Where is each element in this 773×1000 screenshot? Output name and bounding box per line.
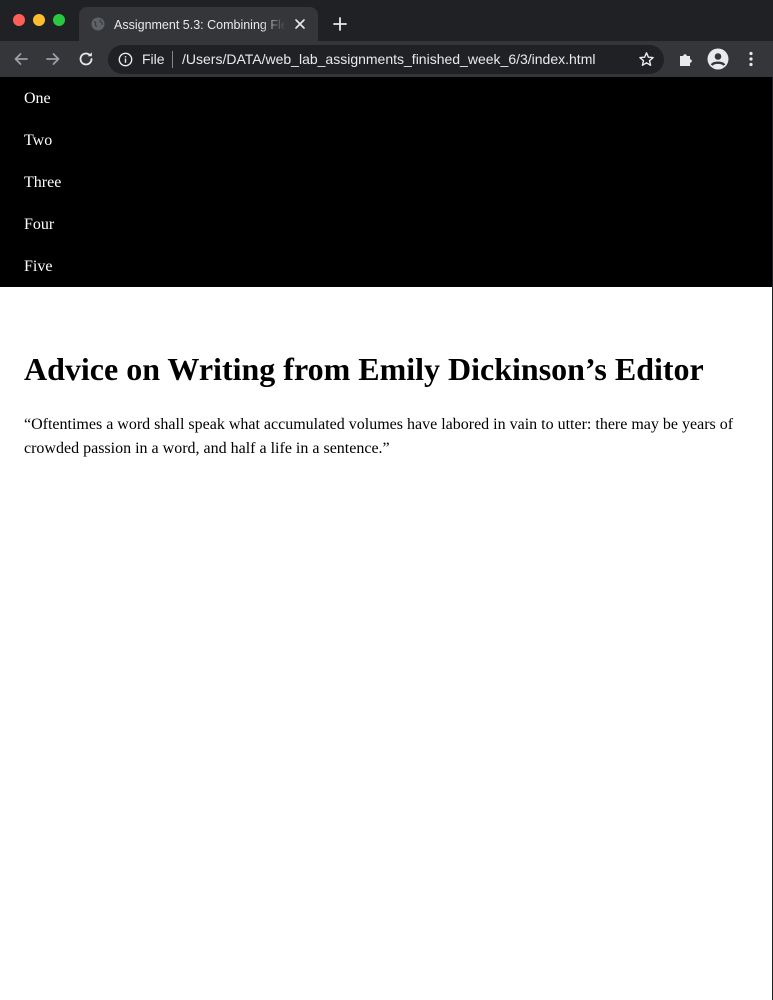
active-tab[interactable]: Assignment 5.3: Combining Flexbox and Gr… — [79, 7, 318, 41]
vertical-dots-icon[interactable] — [741, 49, 761, 69]
tab-title: Assignment 5.3: Combining Flexbox and Gr… — [114, 18, 286, 32]
main-nav: One Two Three Four Five — [0, 77, 772, 287]
page-viewport: One Two Three Four Five Advice on Writin… — [0, 77, 772, 1000]
address-bar[interactable]: File /Users/DATA/web_lab_assignments_fin… — [108, 45, 664, 74]
nav-item-four[interactable]: Four — [0, 203, 772, 245]
nav-item-two[interactable]: Two — [0, 119, 772, 161]
arrow-right-icon[interactable] — [43, 49, 63, 69]
window-close-button[interactable] — [13, 14, 25, 26]
nav-item-five[interactable]: Five — [0, 245, 772, 287]
quote-paragraph: “Oftentimes a word shall speak what accu… — [24, 416, 734, 457]
nav-item-one[interactable]: One — [0, 77, 772, 119]
url-text[interactable]: /Users/DATA/web_lab_assignments_finished… — [182, 51, 632, 68]
plus-icon[interactable] — [330, 14, 350, 34]
main-content: Advice on Writing from Emily Dickinson’s… — [0, 350, 772, 461]
tab-strip: Assignment 5.3: Combining Flexbox and Gr… — [0, 0, 773, 41]
nav-item-three[interactable]: Three — [0, 161, 772, 203]
browser-toolbar: File /Users/DATA/web_lab_assignments_fin… — [0, 41, 773, 77]
account-circle-icon[interactable] — [707, 48, 729, 70]
arrow-left-icon[interactable] — [11, 49, 31, 69]
close-icon[interactable] — [292, 16, 308, 32]
nav-list: One Two Three Four Five — [0, 77, 772, 287]
star-outline-icon[interactable] — [638, 51, 655, 68]
address-divider — [172, 51, 173, 68]
url-scheme-label: File — [142, 51, 165, 67]
window-minimize-button[interactable] — [33, 14, 45, 26]
puzzle-icon[interactable] — [676, 49, 696, 69]
page-heading: Advice on Writing from Emily Dickinson’s… — [24, 351, 704, 387]
info-circle-icon[interactable] — [118, 52, 133, 67]
reload-icon[interactable] — [76, 49, 96, 69]
globe-icon — [91, 17, 105, 31]
window-zoom-button[interactable] — [53, 14, 65, 26]
